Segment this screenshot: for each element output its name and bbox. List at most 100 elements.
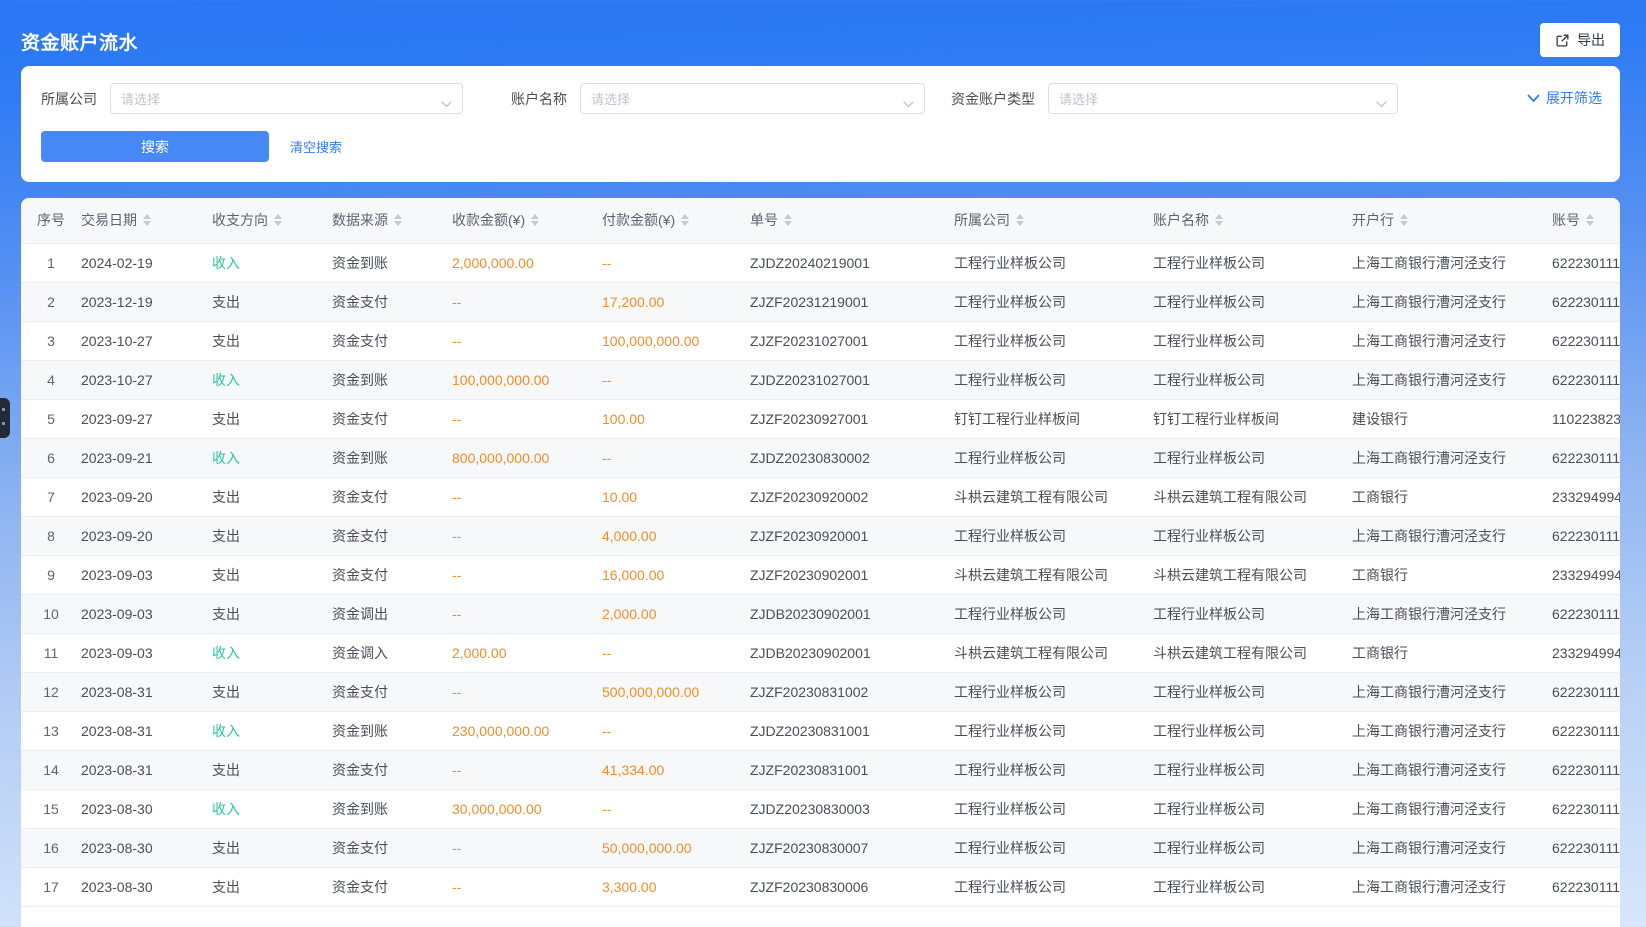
table-row: 12024-02-19收入资金到账2,000,000.00--ZJDZ20240… <box>21 243 1620 282</box>
cell-data-source: 资金支付 <box>332 672 452 711</box>
sort-carets-icon[interactable] <box>274 214 282 226</box>
cell-company: 工程行业样板公司 <box>954 711 1153 750</box>
sort-carets-icon[interactable] <box>1400 214 1408 226</box>
cell-order-no: ZJZF20230902001 <box>750 555 954 594</box>
sort-carets-icon[interactable] <box>143 214 151 226</box>
cell-bank: 上海工商银行漕河泾支行 <box>1352 789 1552 828</box>
column-label: 单号 <box>750 210 778 230</box>
cell-payment-amount: 4,000.00 <box>602 516 750 555</box>
cell-account-no: 622230111 <box>1552 321 1620 360</box>
column-header-7[interactable]: 单号 <box>750 198 954 243</box>
cell-data-source: 资金支付 <box>332 282 452 321</box>
cell-account-no: 233294994 <box>1552 633 1620 672</box>
row-index: 2 <box>21 282 81 321</box>
cell-account-name: 工程行业样板公司 <box>1153 360 1352 399</box>
table-row: 32023-10-27支出资金支付--100,000,000.00ZJZF202… <box>21 321 1620 360</box>
column-header-2[interactable]: 交易日期 <box>81 198 212 243</box>
cell-company: 斗栱云建筑工程有限公司 <box>954 633 1153 672</box>
cell-direction: 支出 <box>212 399 332 438</box>
clear-search-link[interactable]: 清空搜索 <box>290 137 342 156</box>
side-drawer-handle[interactable] <box>0 398 10 438</box>
column-label: 开户行 <box>1352 210 1394 230</box>
column-header-8[interactable]: 所属公司 <box>954 198 1153 243</box>
column-label: 付款金额(¥) <box>602 210 675 230</box>
cell-account-no: 622230111 <box>1552 594 1620 633</box>
sort-carets-icon[interactable] <box>394 214 402 226</box>
cell-date: 2023-08-31 <box>81 711 212 750</box>
cell-company: 工程行业样板公司 <box>954 594 1153 633</box>
cell-order-no: ZJZF20230927001 <box>750 399 954 438</box>
account-name-select-placeholder: 请选择 <box>591 89 630 108</box>
cell-order-no: ZJZF20230830007 <box>750 828 954 867</box>
row-index: 14 <box>21 750 81 789</box>
column-header-10[interactable]: 开户行 <box>1352 198 1552 243</box>
cell-company: 钉钉工程行业样板间 <box>954 399 1153 438</box>
cell-order-no: ZJZF20231027001 <box>750 321 954 360</box>
table-row: 132023-08-31收入资金到账230,000,000.00--ZJDZ20… <box>21 711 1620 750</box>
column-label: 所属公司 <box>954 210 1010 230</box>
cell-date: 2023-09-03 <box>81 594 212 633</box>
cell-income-amount: -- <box>452 750 602 789</box>
cell-bank: 上海工商银行漕河泾支行 <box>1352 360 1552 399</box>
filter-label-account-type: 资金账户类型 <box>951 89 1035 109</box>
filter-label-account-name: 账户名称 <box>511 89 567 109</box>
table-row: 92023-09-03支出资金支付--16,000.00ZJZF20230902… <box>21 555 1620 594</box>
cell-account-no: 622230111 <box>1552 438 1620 477</box>
company-select[interactable]: 请选择 <box>110 83 463 114</box>
export-button-label: 导出 <box>1577 30 1605 50</box>
cell-bank: 上海工商银行漕河泾支行 <box>1352 282 1552 321</box>
cell-direction: 支出 <box>212 594 332 633</box>
table-row: 172023-08-30支出资金支付--3,300.00ZJZF20230830… <box>21 867 1620 906</box>
cell-date: 2024-02-19 <box>81 243 212 282</box>
expand-filters-label: 展开筛选 <box>1546 88 1602 108</box>
export-icon <box>1555 33 1570 48</box>
sort-carets-icon[interactable] <box>1586 214 1594 226</box>
column-header-9[interactable]: 账户名称 <box>1153 198 1352 243</box>
cell-income-amount: -- <box>452 477 602 516</box>
cell-payment-amount: 17,200.00 <box>602 282 750 321</box>
table-row: 102023-09-03支出资金调出--2,000.00ZJDB20230902… <box>21 594 1620 633</box>
cell-account-name: 工程行业样板公司 <box>1153 789 1352 828</box>
cell-account-no: 622230111 <box>1552 516 1620 555</box>
cell-account-no: 110223823 <box>1552 399 1620 438</box>
account-name-select[interactable]: 请选择 <box>580 83 925 114</box>
sort-carets-icon[interactable] <box>784 214 792 226</box>
table-row: 162023-08-30支出资金支付--50,000,000.00ZJZF202… <box>21 828 1620 867</box>
search-button[interactable]: 搜索 <box>41 131 269 162</box>
column-header-4[interactable]: 数据来源 <box>332 198 452 243</box>
cell-company: 工程行业样板公司 <box>954 243 1153 282</box>
column-header-6[interactable]: 付款金额(¥) <box>602 198 750 243</box>
cell-order-no: ZJZF20230831002 <box>750 672 954 711</box>
table-row: 62023-09-21收入资金到账800,000,000.00--ZJDZ202… <box>21 438 1620 477</box>
sort-carets-icon[interactable] <box>531 214 539 226</box>
sort-carets-icon[interactable] <box>681 214 689 226</box>
sort-carets-icon[interactable] <box>1016 214 1024 226</box>
account-type-select[interactable]: 请选择 <box>1048 83 1398 114</box>
cell-data-source: 资金调入 <box>332 633 452 672</box>
column-header-11[interactable]: 账号 <box>1552 198 1620 243</box>
expand-filters-link[interactable]: 展开筛选 <box>1527 88 1602 108</box>
cell-date: 2023-10-27 <box>81 360 212 399</box>
cell-data-source: 资金支付 <box>332 828 452 867</box>
cell-payment-amount: -- <box>602 789 750 828</box>
cell-payment-amount: 500,000,000.00 <box>602 672 750 711</box>
row-index: 6 <box>21 438 81 477</box>
cell-payment-amount: 3,300.00 <box>602 867 750 906</box>
sort-carets-icon[interactable] <box>1215 214 1223 226</box>
cell-company: 工程行业样板公司 <box>954 360 1153 399</box>
table-body: 12024-02-19收入资金到账2,000,000.00--ZJDZ20240… <box>21 243 1620 906</box>
column-header-5[interactable]: 收款金额(¥) <box>452 198 602 243</box>
column-header-3[interactable]: 收支方向 <box>212 198 332 243</box>
cell-income-amount: 230,000,000.00 <box>452 711 602 750</box>
cell-order-no: ZJDZ20230831001 <box>750 711 954 750</box>
cell-payment-amount: -- <box>602 360 750 399</box>
chevron-down-icon <box>441 95 452 113</box>
export-button[interactable]: 导出 <box>1540 23 1620 57</box>
row-index: 16 <box>21 828 81 867</box>
column-label: 账户名称 <box>1153 210 1209 230</box>
cell-date: 2023-08-30 <box>81 867 212 906</box>
cell-order-no: ZJZF20230920002 <box>750 477 954 516</box>
cell-account-name: 斗栱云建筑工程有限公司 <box>1153 555 1352 594</box>
cell-income-amount: -- <box>452 321 602 360</box>
table-row: 22023-12-19支出资金支付--17,200.00ZJZF20231219… <box>21 282 1620 321</box>
